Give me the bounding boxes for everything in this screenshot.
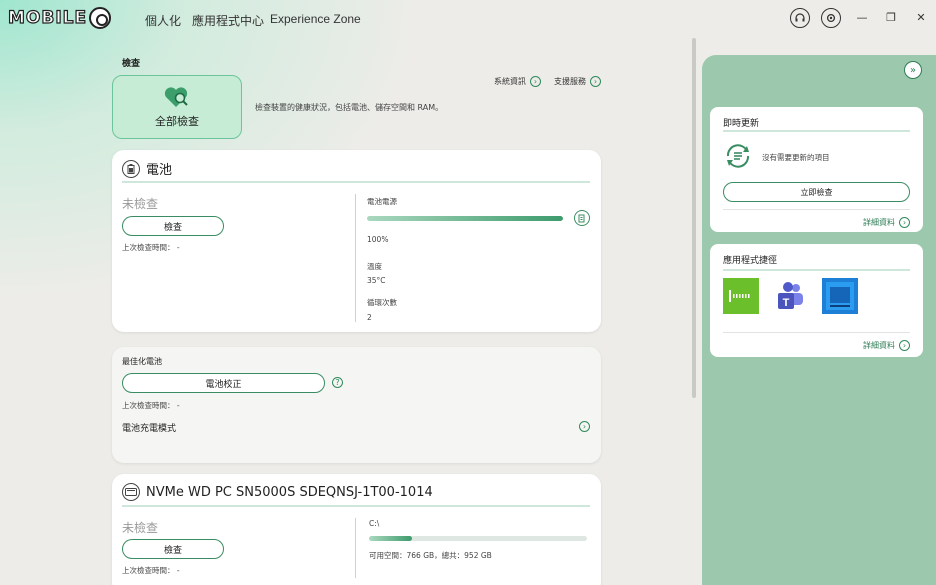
gear-icon[interactable] [821,8,841,28]
full-check-label: 全部檢查 [155,115,199,128]
full-check-button[interactable]: 全部檢查 [112,75,242,139]
chevron-right-icon[interactable]: › [579,421,590,432]
close-button[interactable]: ✕ [914,11,928,24]
divider [723,332,910,333]
storage-check-button[interactable]: 檢查 [122,539,224,559]
title-bar: MOBILE 個人化 應用程式中心 Experience Zone — ❐ ✕ [0,0,936,38]
chevron-right-icon: › [899,217,910,228]
main-scrollbar[interactable] [692,38,696,398]
store-app-icon[interactable] [822,278,858,314]
battery-cycles-label: 循環次數 [367,298,397,307]
storage-status: 未檢查 [122,521,159,535]
ssd-icon [122,483,140,501]
system-info-link[interactable]: 系統資訊 › [494,76,541,87]
battery-header: 電池 [122,159,172,178]
optimize-battery-card: 最佳化電池 電池校正 ? 上次檢查時間： - 電池充電模式 › [112,347,601,463]
app-shortcuts-title: 應用程式捷徑 [723,256,778,266]
battery-power-label: 電池電源 [367,197,397,206]
svg-text:T: T [783,297,790,309]
battery-report-icon[interactable] [574,210,590,226]
battery-card: 電池 未檢查 檢查 上次檢查時間： - 電池電源 100% 溫度 35°C 循環… [112,150,601,332]
restore-button[interactable]: ❐ [884,11,898,24]
chevron-right-icon: › [590,76,601,87]
chevron-right-icon: › [899,340,910,351]
battery-power-value: 100% [367,235,389,244]
optimize-title: 最佳化電池 [122,357,162,366]
nav-personalize[interactable]: 個人化 [145,12,181,29]
help-icon[interactable]: ? [332,377,343,388]
chevron-right-icon: › [530,76,541,87]
support-link[interactable]: 支援服務 › [554,76,601,87]
teams-icon[interactable]: T [772,278,808,314]
live-update-title: 即時更新 [723,119,760,129]
battery-status: 未檢查 [122,197,159,211]
storage-header: NVMe WD PC SN5000S SDEQNSJ-1T00-1014 [122,483,433,501]
battery-cycles-value: 2 [367,313,372,322]
battery-calibrate-button[interactable]: 電池校正 [122,373,325,393]
shortcuts-details-link[interactable]: 詳細資料 › [863,340,910,351]
battery-power-bar [367,216,563,221]
nav-experience-zone[interactable]: Experience Zone [270,12,361,26]
storage-usage-bar [369,536,587,541]
headset-icon[interactable] [790,8,810,28]
divider [355,194,356,322]
divider [355,518,356,578]
divider [122,505,590,507]
charge-mode-label[interactable]: 電池充電模式 [122,421,176,434]
minimize-button[interactable]: — [855,11,869,24]
drive-label: C:\ [369,519,380,528]
battery-temp-label: 溫度 [367,262,382,271]
storage-last-check: 上次檢查時間： - [122,566,180,575]
nav-app-center[interactable]: 應用程式中心 [192,12,264,29]
app-shortcuts-card: 應用程式捷徑 T 詳細資料 › [710,244,923,357]
live-update-card: 即時更新 沒有需要更新的項目 立即檢查 詳細資料 › [710,107,923,232]
divider [723,130,910,132]
app-logo: MOBILE [7,6,112,30]
divider [723,209,910,210]
storage-usage-fill [369,536,412,541]
update-message: 沒有需要更新的項目 [762,153,830,162]
update-sync-icon [726,144,750,168]
divider [723,269,910,271]
audio-app-icon[interactable] [723,278,759,314]
optimize-last-check: 上次檢查時間： - [122,401,180,410]
battery-temp-value: 35°C [367,276,386,285]
battery-icon [122,159,140,178]
check-now-button[interactable]: 立即檢查 [723,182,910,202]
check-section-title: 檢查 [122,59,141,69]
heart-search-icon [164,87,188,107]
battery-last-check: 上次檢查時間： - [122,243,180,252]
battery-power-fill [367,216,563,221]
collapse-panel-button[interactable]: » [904,61,922,79]
battery-check-button[interactable]: 檢查 [122,216,224,236]
updates-details-link[interactable]: 詳細資料 › [863,217,910,228]
check-description: 檢查裝置的健康狀況，包括電池、儲存空間和 RAM。 [255,103,444,112]
storage-card: NVMe WD PC SN5000S SDEQNSJ-1T00-1014 未檢查… [112,474,601,585]
storage-space-text: 可用空間：766 GB，總共：952 GB [369,551,492,560]
divider [122,181,590,183]
